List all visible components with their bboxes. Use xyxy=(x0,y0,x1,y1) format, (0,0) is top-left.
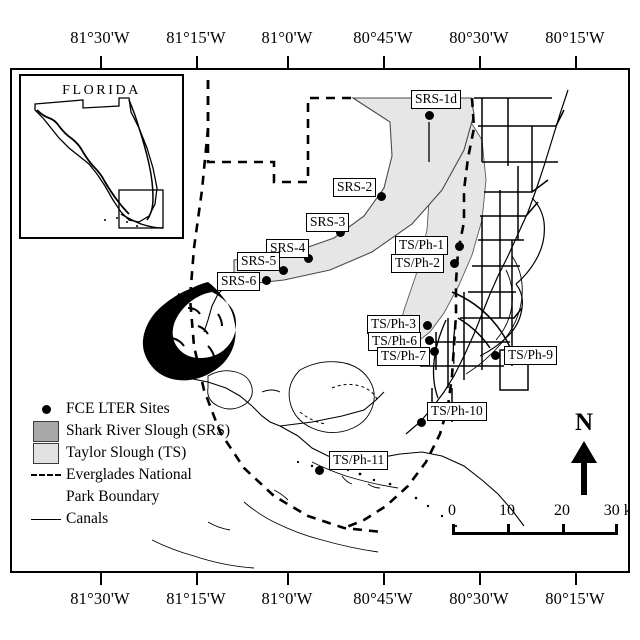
legend-solid-line-icon xyxy=(26,518,66,520)
legend-srs-swatch-icon xyxy=(26,420,66,442)
tick-bottom-0 xyxy=(100,573,102,585)
legend-enp-label-line2: Park Boundary xyxy=(66,488,160,505)
site-label-ts-ph-9: TS/Ph-9 xyxy=(504,346,558,366)
site-dot-ts-ph-11[interactable] xyxy=(314,465,324,475)
tick-bottom-2 xyxy=(287,573,289,585)
legend-dashed-line-icon xyxy=(26,474,66,476)
axis-label-top-5: 80°15'W xyxy=(545,28,605,47)
tick-top-2 xyxy=(287,56,289,68)
tick-bottom-1 xyxy=(196,573,198,585)
tick-bottom-3 xyxy=(383,573,385,585)
site-dot-srs-6[interactable] xyxy=(261,275,271,285)
scale-tick-label-2: 20 xyxy=(554,502,570,519)
site-dot-ts-ph-3[interactable] xyxy=(422,320,432,330)
mangrove-islands xyxy=(142,282,236,381)
florida-outline-svg xyxy=(34,97,164,229)
legend-row-enp-cont: Park Boundary xyxy=(26,486,230,508)
florida-state-outline xyxy=(34,97,158,223)
tick-top-4 xyxy=(479,56,481,68)
site-label-ts-ph-10: TS/Ph-10 xyxy=(427,402,487,422)
scale-tick-label-1: 10 xyxy=(499,502,515,519)
scale-tick-2 xyxy=(562,524,565,535)
site-dot-ts-ph-6[interactable] xyxy=(424,335,434,345)
scale-tick-3 xyxy=(615,524,618,535)
site-label-srs-1d: SRS-1d xyxy=(411,90,462,110)
site-dot-ts-ph-9[interactable] xyxy=(490,350,500,360)
tick-bottom-4 xyxy=(479,573,481,585)
site-label-ts-ph-7: TS/Ph-7 xyxy=(377,347,431,367)
north-arrow: N xyxy=(564,410,604,497)
tick-top-0 xyxy=(100,56,102,68)
inset-title: FLORIDA xyxy=(62,83,141,98)
site-label-srs-2: SRS-2 xyxy=(333,178,377,198)
tick-bottom-5 xyxy=(575,573,577,585)
legend-ts-label: Taylor Slough (TS) xyxy=(66,444,187,461)
scale-tick-1 xyxy=(507,524,510,535)
site-dot-ts-ph-7[interactable] xyxy=(429,346,439,356)
legend-row-enp: Everglades National xyxy=(26,464,230,486)
legend-row-ts: Taylor Slough (TS) xyxy=(26,442,230,464)
legend-sites-label: FCE LTER Sites xyxy=(66,400,170,417)
florida-inset-map: FLORIDA xyxy=(19,74,184,239)
site-label-ts-ph-1: TS/Ph-1 xyxy=(395,236,449,256)
axis-label-bottom-5: 80°15'W xyxy=(545,589,605,608)
legend-ts-swatch-icon xyxy=(26,442,66,464)
legend-site-dot-icon xyxy=(26,404,66,414)
enp-boundary-dashed xyxy=(206,80,353,184)
legend-enp-label-line1: Everglades National xyxy=(66,466,192,483)
legend-srs-label: Shark River Slough (SRS) xyxy=(66,422,231,439)
tick-top-3 xyxy=(383,56,385,68)
site-label-srs-5: SRS-5 xyxy=(237,252,281,272)
site-dot-ts-ph-1[interactable] xyxy=(454,241,464,251)
north-arrow-icon xyxy=(571,441,597,495)
tick-top-5 xyxy=(575,56,577,68)
bay-outlines xyxy=(207,361,375,433)
legend-canals-label: Canals xyxy=(66,510,109,527)
site-label-srs-6: SRS-6 xyxy=(217,272,261,292)
map-canvas[interactable]: FLORIDA FCE LTER Sites Shark River Sloug… xyxy=(10,68,630,573)
site-dot-ts-ph-2[interactable] xyxy=(449,258,459,268)
legend-row-srs: Shark River Slough (SRS) xyxy=(26,420,230,442)
scale-tick-label-3: 30 km xyxy=(603,502,628,519)
site-label-ts-ph-11: TS/Ph-11 xyxy=(329,451,389,471)
tick-top-1 xyxy=(196,56,198,68)
site-dot-srs-2[interactable] xyxy=(376,191,386,201)
scale-tick-0 xyxy=(452,524,455,535)
map-figure: 81°30'W 81°15'W 81°0'W 80°45'W 80°30'W 8… xyxy=(0,0,640,640)
legend-row-sites: FCE LTER Sites xyxy=(26,398,230,420)
map-legend: FCE LTER Sites Shark River Slough (SRS) … xyxy=(26,398,230,530)
site-label-ts-ph-2: TS/Ph-2 xyxy=(391,254,445,274)
scale-tick-label-0: 0 xyxy=(448,502,456,519)
site-dot-ts-ph-10[interactable] xyxy=(416,417,426,427)
legend-row-canals: Canals xyxy=(26,508,230,530)
north-arrow-label: N xyxy=(574,409,594,436)
site-dot-srs-1d[interactable] xyxy=(424,110,434,120)
site-label-srs-3: SRS-3 xyxy=(306,213,350,233)
